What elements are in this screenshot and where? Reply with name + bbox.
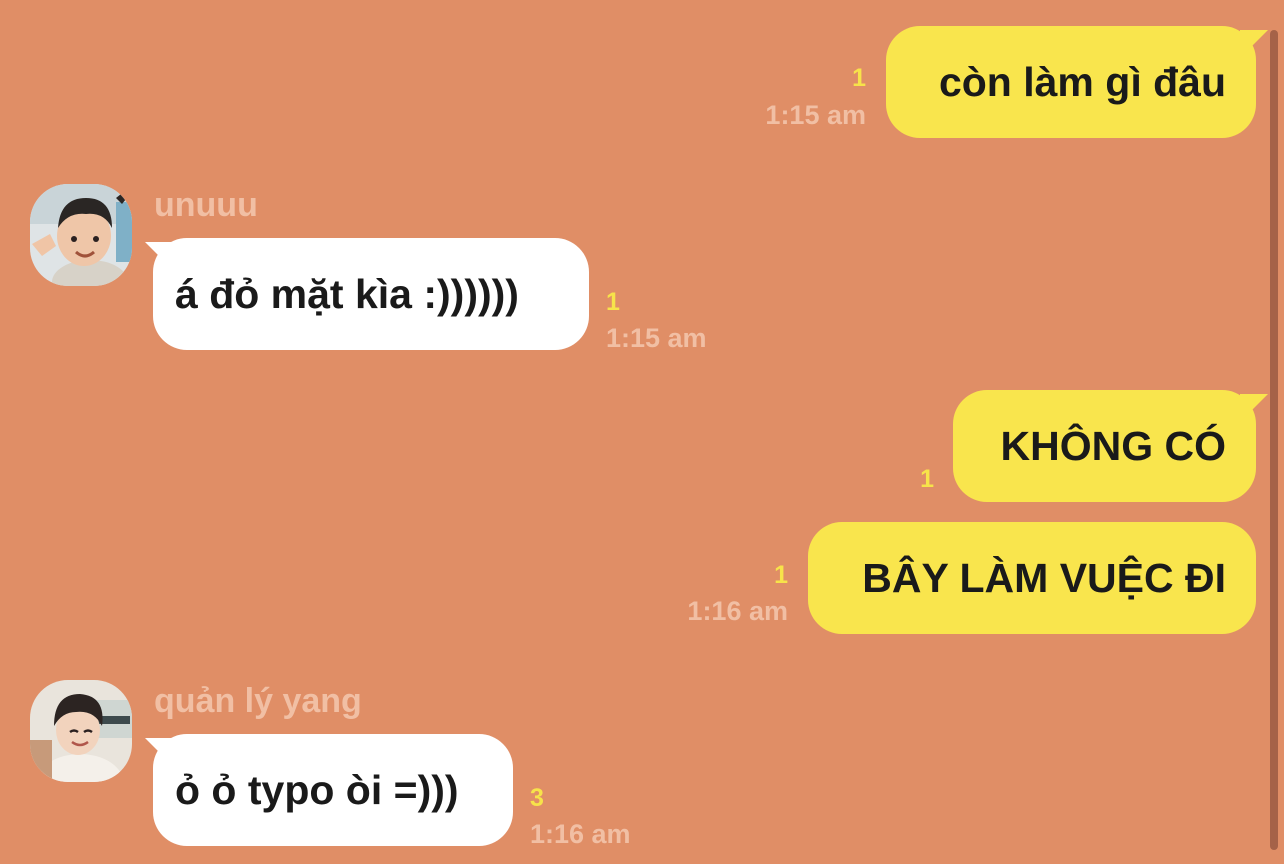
message-time: 1:16 am [687,596,788,626]
message-text: á đỏ mặt kìa :)))))) [175,270,519,317]
message-bubble[interactable]: còn làm gì đâu [886,26,1256,138]
message-bubble[interactable]: á đỏ mặt kìa :)))))) [153,238,589,350]
avatar[interactable] [30,680,132,782]
child-photo-avatar-icon [30,184,132,286]
chat-message-list: còn làm gì đâu 1 1:15 am unuuu á đỏ mặt … [0,0,1284,864]
message-text: còn làm gì đâu [938,58,1226,105]
message-time: 1:15 am [606,323,707,353]
message-time: 1:15 am [765,100,866,130]
scrollbar[interactable] [1270,30,1278,850]
avatar[interactable] [30,184,132,286]
unread-count: 1 [774,561,788,589]
message-bubble[interactable]: BÂY LÀM VUỆC ĐI [808,522,1256,634]
message-text: ỏ ỏ typo òi =))) [175,766,459,813]
unread-count: 1 [852,64,866,92]
message-text: KHÔNG CÓ [1000,422,1227,469]
message-bubble[interactable]: KHÔNG CÓ [953,390,1256,502]
unread-count: 1 [606,288,620,316]
message-time: 1:16 am [530,819,631,849]
message-text: BÂY LÀM VUỆC ĐI [862,554,1226,601]
man-photo-avatar-icon [30,680,132,782]
unread-count: 1 [920,465,934,493]
sender-name: quản lý yang [154,682,362,720]
unread-count: 3 [530,784,544,812]
sender-name: unuuu [154,186,258,224]
message-bubble[interactable]: ỏ ỏ typo òi =))) [153,734,513,846]
